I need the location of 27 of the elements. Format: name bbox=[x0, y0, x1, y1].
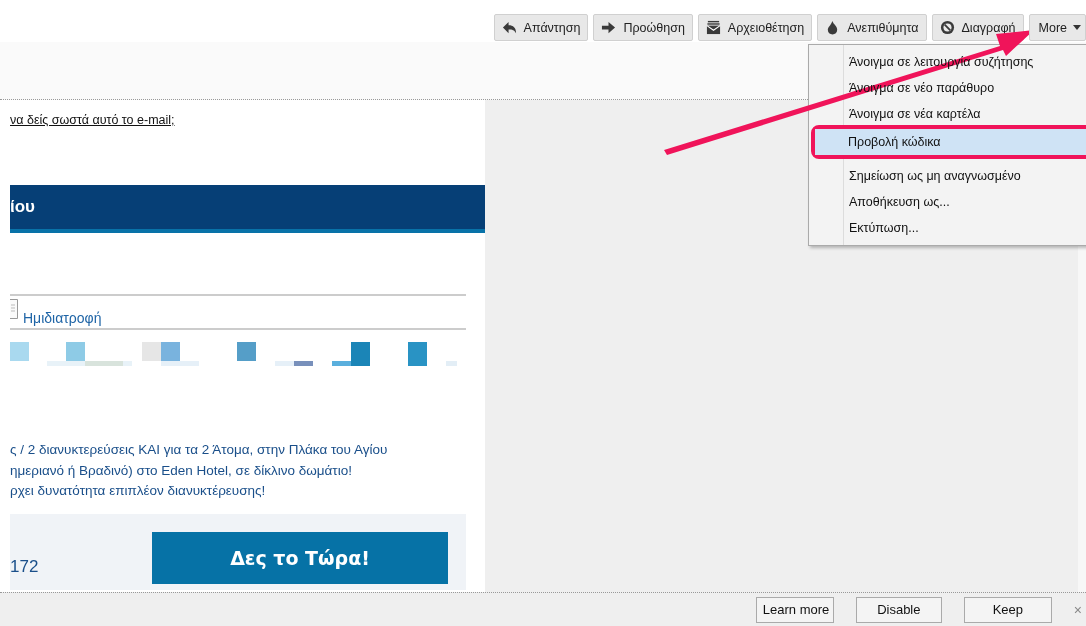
price-text: 172 bbox=[10, 556, 39, 577]
archive-box-icon bbox=[705, 20, 721, 35]
view-email-link[interactable]: να δείς σωστά αυτό το e-mail; bbox=[10, 100, 485, 127]
banner-title: ίου bbox=[10, 197, 35, 217]
menu-item[interactable]: Αποθήκευση ως... bbox=[849, 189, 950, 215]
menu-item[interactable]: Σημείωση ως μη αναγνωσμένο bbox=[849, 163, 1021, 189]
menu-item[interactable]: Άνοιγμα σε νέα καρτέλα bbox=[849, 101, 981, 127]
toolbar-button[interactable]: Διαγραφή bbox=[931, 14, 1024, 41]
toolbar-button[interactable]: Απάντηση bbox=[493, 14, 589, 41]
description-text: ημεριανό ή Βραδινό) στο Eden Hotel, σε δίκλινο δωμάτιο! bbox=[10, 461, 353, 480]
board-label: Ημιδιατροφή bbox=[23, 310, 102, 326]
caret-icon bbox=[1073, 25, 1081, 30]
delete-icon bbox=[939, 20, 955, 35]
menu-item[interactable]: Προβολή κώδικα bbox=[815, 129, 1086, 155]
more-button[interactable]: More bbox=[1028, 14, 1086, 41]
description-text: ρχει δυνατότητα επιπλέον διανυκτέρευσης! bbox=[10, 482, 267, 500]
notification-button[interactable]: Disable bbox=[855, 596, 942, 623]
toolbar-button[interactable]: Προώθηση bbox=[593, 14, 693, 41]
notification-button[interactable]: Learn more bbox=[755, 596, 834, 623]
reply-icon bbox=[501, 20, 517, 35]
toolbar-button[interactable]: Αρχειοθέτηση bbox=[697, 14, 813, 41]
forward-icon bbox=[601, 20, 617, 35]
toolbar-button[interactable]: Ανεπιθύμητα bbox=[817, 14, 927, 41]
description-text: ς / 2 διανυκτερεύσεις ΚΑΙ για τα 2 Άτομα, στην Πλάκα του Αγίου bbox=[10, 441, 389, 459]
view-now-button[interactable]: Δες το Τώρα! bbox=[152, 531, 448, 584]
menu-item[interactable]: Εκτύπωση... bbox=[849, 215, 919, 241]
notification-button[interactable]: Keep bbox=[963, 596, 1052, 623]
